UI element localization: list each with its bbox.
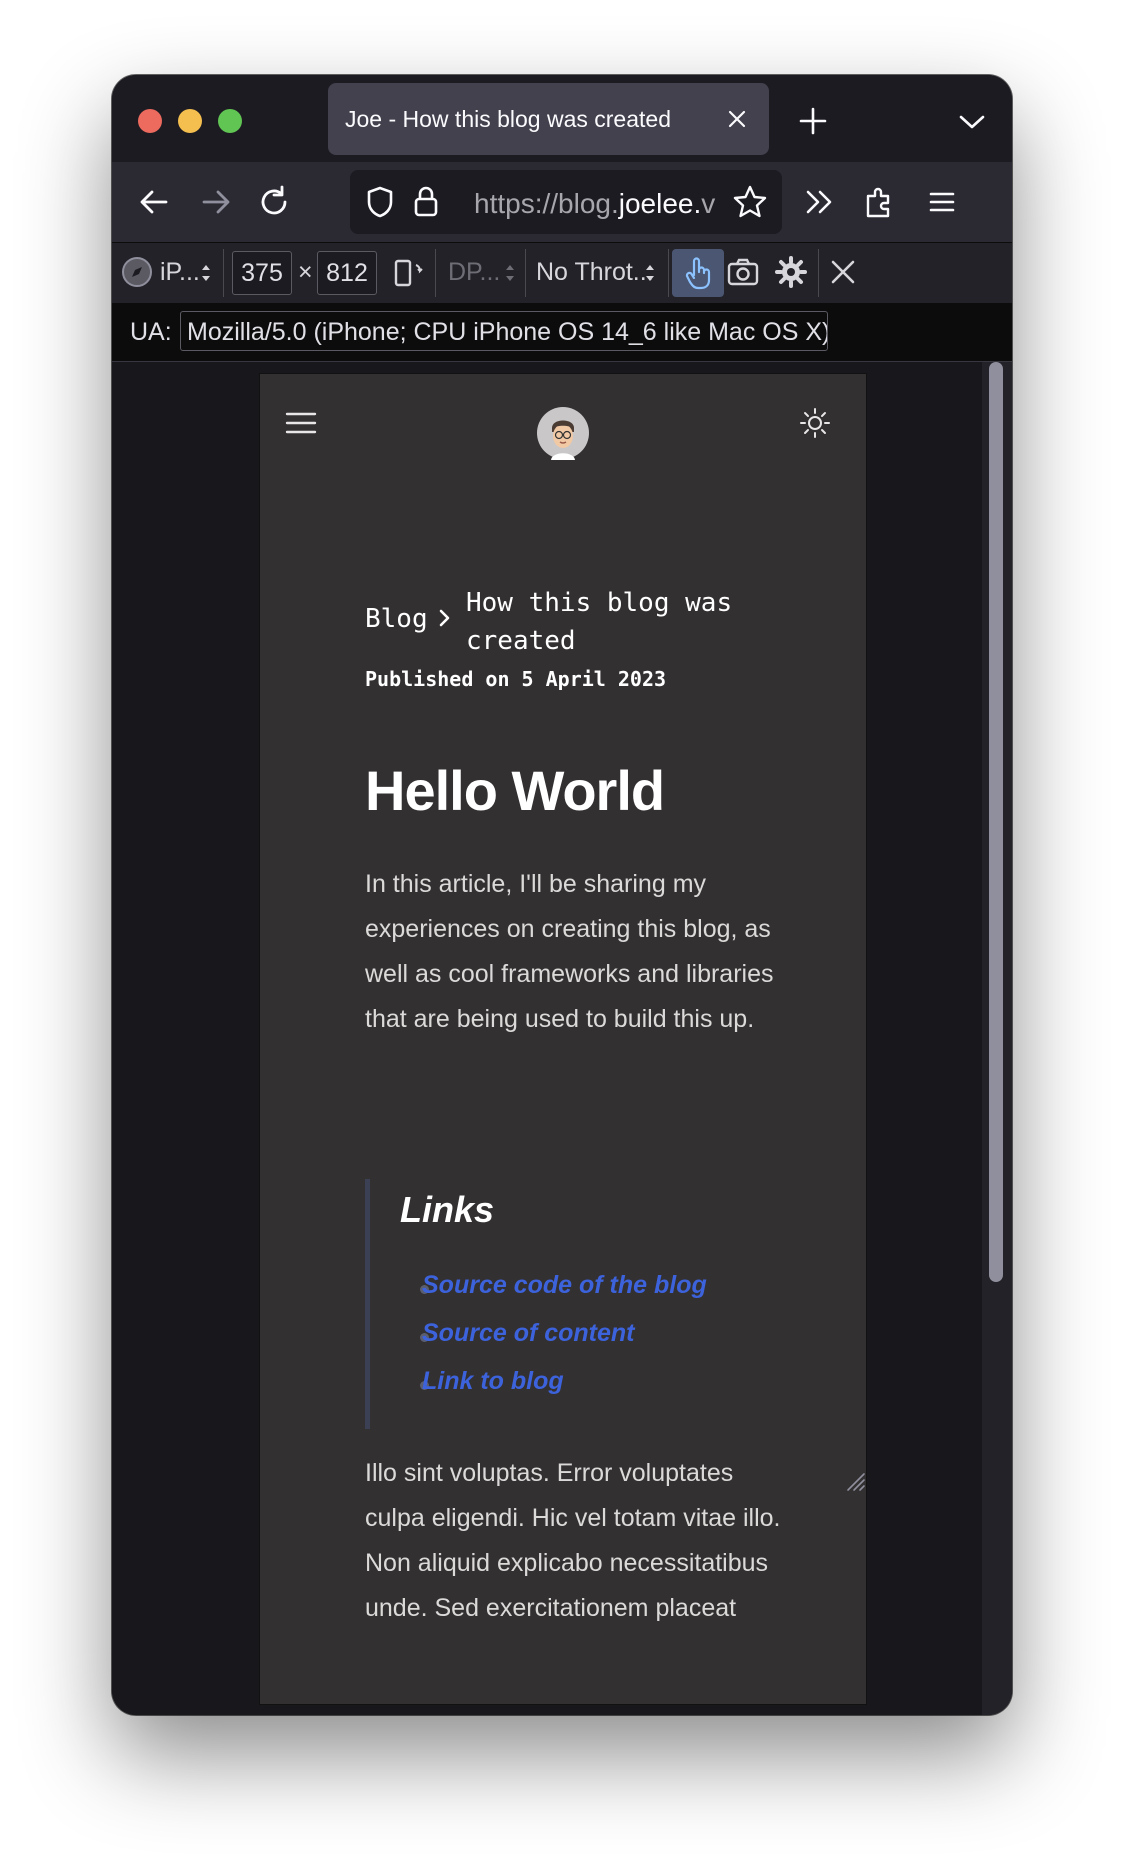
compass-icon [122, 257, 152, 287]
ua-label: UA: [130, 318, 172, 346]
screenshot-camera-icon[interactable] [726, 255, 760, 289]
links-heading: Links [400, 1189, 495, 1230]
device-select[interactable]: iP... [160, 258, 200, 287]
reload-icon[interactable] [254, 182, 294, 222]
close-icon[interactable] [723, 105, 751, 133]
link-to-blog[interactable]: Link to blog [422, 1367, 564, 1396]
plus-icon[interactable] [795, 103, 831, 139]
gear-icon[interactable] [774, 255, 808, 289]
menu-icon[interactable] [284, 408, 318, 438]
close-window-button[interactable] [138, 109, 162, 133]
tab-strip: Joe - How this blog was created [112, 75, 1012, 162]
user-agent-input[interactable]: Mozilla/5.0 (iPhone; CPU iPhone OS 14_6 … [180, 311, 828, 351]
select-arrows-icon [646, 265, 654, 281]
width-input[interactable]: 375 [232, 251, 292, 295]
dpr-select[interactable]: DP... [448, 258, 500, 287]
links-blockquote: Links Source code of the blog Source of … [365, 1179, 790, 1429]
page-title: Hello World [365, 759, 665, 822]
browser-window: Joe - How this blog was created https://… [112, 75, 1012, 1715]
touch-hand-icon [685, 257, 711, 290]
dimension-times: × [298, 258, 313, 286]
lock-icon[interactable] [406, 182, 446, 222]
link-source-code[interactable]: Source code of the blog [422, 1271, 707, 1300]
star-icon[interactable] [730, 182, 770, 222]
active-tab[interactable]: Joe - How this blog was created [328, 83, 769, 155]
user-agent-row: UA: Mozilla/5.0 (iPhone; CPU iPhone OS 1… [112, 303, 1012, 362]
device-screen: Blog How this blog was created Published… [260, 374, 866, 1704]
chevron-down-icon[interactable] [955, 105, 989, 139]
nav-bar: https://blog.joelee.v [112, 162, 1012, 242]
tab-title: Joe - How this blog was created [345, 106, 671, 132]
overflow-chevrons-icon[interactable] [800, 182, 840, 222]
zoom-window-button[interactable] [218, 109, 242, 133]
throttle-select[interactable]: No Throt... [536, 258, 654, 287]
shield-icon[interactable] [360, 182, 400, 222]
minimize-window-button[interactable] [178, 109, 202, 133]
link-source-content[interactable]: Source of content [422, 1319, 635, 1348]
close-icon[interactable] [828, 257, 858, 287]
responsive-design-toolbar: iP... 375 × 812 DP... No Throt... [112, 242, 1012, 303]
published-date: Published on 5 April 2023 [365, 667, 667, 691]
body-paragraph: Illo sint voluptas. Error voluptates cul… [365, 1459, 781, 1622]
breadcrumb-current: How this blog was created [466, 588, 733, 656]
url-text[interactable]: https://blog.joelee.v [474, 188, 715, 220]
extensions-puzzle-icon[interactable] [860, 182, 900, 222]
hamburger-menu-icon[interactable] [922, 182, 962, 222]
avatar[interactable] [536, 406, 590, 460]
select-arrows-icon [202, 265, 210, 281]
chevron-right-icon [439, 609, 450, 627]
height-input[interactable]: 812 [317, 251, 377, 295]
touch-simulation-button[interactable] [672, 249, 724, 297]
breadcrumb-blog-link[interactable]: Blog [365, 604, 428, 634]
back-arrow-icon[interactable] [134, 182, 174, 222]
rotate-device-icon[interactable] [392, 255, 426, 291]
select-arrows-icon [506, 265, 514, 281]
responsive-viewport: Blog How this blog was created Published… [112, 362, 1012, 1715]
resize-handle-icon[interactable] [842, 1468, 866, 1492]
intro-paragraph: In this article, I'll be sharing my expe… [365, 870, 774, 1033]
forward-arrow-icon[interactable] [196, 182, 236, 222]
sun-icon[interactable] [798, 406, 832, 440]
url-bar[interactable]: https://blog.joelee.v [350, 170, 782, 234]
scrollbar-thumb[interactable] [989, 362, 1003, 1282]
